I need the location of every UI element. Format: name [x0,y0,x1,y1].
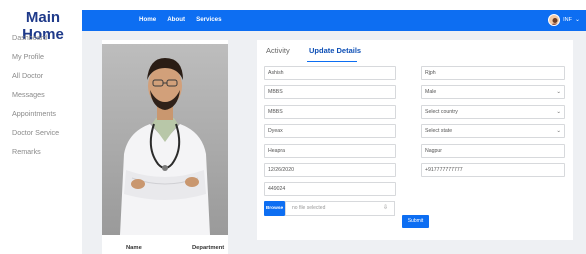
chevron-down-icon: ⌄ [556,109,561,115]
gender-value: Male [425,89,437,95]
sidebar-item-remarks[interactable]: Remarks [12,147,59,166]
gender-select[interactable]: Male ⌄ [421,85,565,99]
pincode-field[interactable]: 449024 [264,182,396,196]
tab-activity[interactable]: Activity [266,46,290,55]
upload-icon: ⇩ [382,205,388,211]
active-tab-indicator [307,61,357,62]
submit-button[interactable]: Submit [402,215,429,228]
nav-home-link[interactable]: Home [139,16,156,23]
file-status: no file selected [292,205,326,211]
sidebar-item-messages[interactable]: Messages [12,90,59,109]
address-field[interactable]: Dyeax [264,124,396,138]
phone-field[interactable]: +917777777777 [421,163,565,177]
locality-field[interactable]: Heapra [264,144,396,158]
sidebar-menu: Dashboard My Profile All Doctor Messages… [12,33,59,166]
dob-field[interactable]: 12/26/2020 [264,163,396,177]
profile-labels: Name Department [102,245,228,254]
main-content: Name Department Activity Update Details … [82,31,586,254]
state-select[interactable]: Select state ⌄ [421,124,565,138]
chevron-down-icon: ⌄ [556,89,561,95]
sidebar-item-appointments[interactable]: Appointments [12,109,59,128]
user-avatar[interactable] [548,14,561,26]
qualification-field[interactable]: MBBS [264,85,396,99]
country-value: Select country [425,109,458,115]
nav-about-link[interactable]: About [167,16,185,23]
tab-update-details[interactable]: Update Details [309,46,361,55]
first-name-field[interactable]: Ashish [264,66,396,80]
name-label: Name [126,245,142,251]
city-field[interactable]: Nagpur [421,144,565,158]
top-nav: Home About Services [139,16,222,23]
doctor-photo [102,44,228,235]
top-navbar: Home About Services INF ⌄ [82,10,586,31]
brand-title: Main Home [22,9,64,43]
nav-services-link[interactable]: Services [196,16,221,23]
chevron-down-icon[interactable]: ⌄ [575,17,580,23]
chevron-down-icon: ⌄ [556,128,561,134]
sidebar: Main Home Dashboard My Profile All Docto… [0,0,82,254]
file-input[interactable]: no file selected ⇩ [285,201,395,216]
browse-button[interactable]: Browse [264,201,285,216]
country-select[interactable]: Select country ⌄ [421,105,565,119]
sidebar-item-my-profile[interactable]: My Profile [12,52,59,71]
user-menu[interactable]: INF ⌄ [548,14,580,26]
state-value: Select state [425,128,453,134]
sidebar-item-all-doctor[interactable]: All Doctor [12,71,59,90]
degree-field[interactable]: MBBS [264,105,396,119]
user-name[interactable]: INF [563,17,572,23]
sidebar-item-doctor-service[interactable]: Doctor Service [12,128,59,147]
sidebar-item-dashboard[interactable]: Dashboard [12,33,59,52]
department-label: Department [192,245,225,251]
last-name-field[interactable]: Rjph [421,66,565,80]
